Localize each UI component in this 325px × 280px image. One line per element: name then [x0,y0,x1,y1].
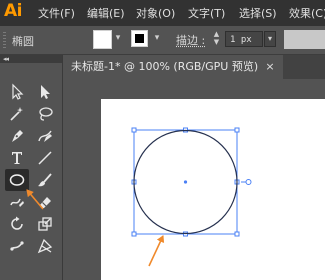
panel-grip[interactable] [3,32,6,48]
control-bar: 椭圆 ▾ ▾ 描边 : ▲ ▼ 1 px ▾ [0,26,325,55]
stroke-dropdown-chevron-icon[interactable]: ▾ [152,32,162,44]
free-transform-tool-icon[interactable] [33,235,57,257]
tools-panel-collapse[interactable]: ◂◂ [0,55,62,63]
direct-selection-tool-icon[interactable] [33,81,57,103]
stroke-weight-input[interactable]: 1 px [225,31,263,47]
document-tab-title: 未标题-1* @ 100% (RGB/GPU 预览) [71,60,259,73]
fill-dropdown-chevron-icon[interactable]: ▾ [113,32,123,44]
menu-effect[interactable]: 效果(C) [289,5,325,21]
menu-object[interactable]: 对象(O) [136,5,175,21]
artboard[interactable] [101,99,325,280]
type-tool-icon[interactable] [5,147,29,169]
menu-bar: Ai 文件(F) 编辑(E) 对象(O) 文字(T) 选择(S) 效果(C) [0,0,325,26]
rotate-tool-icon[interactable] [5,213,29,235]
tools-panel: ◂◂ [0,55,63,280]
shape-type-label: 椭圆 [12,35,34,48]
magic-wand-tool-icon[interactable] [5,103,29,125]
scale-tool-icon[interactable] [33,213,57,235]
menu-edit[interactable]: 编辑(E) [87,5,125,21]
stroke-weight-stepper[interactable]: ▲ ▼ [211,30,222,48]
selection-tool-icon[interactable] [5,81,29,103]
menu-type[interactable]: 文字(T) [188,5,225,21]
stroke-weight-dropdown-chevron-icon[interactable]: ▾ [264,31,276,47]
document-tab[interactable]: 未标题-1* @ 100% (RGB/GPU 预览) [63,55,283,79]
curvature-tool-icon[interactable] [33,125,57,147]
paintbrush-tool-icon[interactable] [33,169,57,191]
ellipse-tool-icon[interactable] [5,169,29,191]
puppet-warp-tool-icon[interactable] [5,235,29,257]
shaper-tool-icon[interactable] [5,191,29,213]
lasso-tool-icon[interactable] [33,103,57,125]
app-logo[interactable]: Ai [4,1,22,21]
fill-color-swatch[interactable] [93,30,112,49]
close-tab-icon[interactable]: × [263,55,277,79]
stroke-weight-label[interactable]: 描边 : [176,32,205,48]
stroke-color-swatch[interactable] [131,30,148,47]
document-tab-bar: 未标题-1* @ 100% (RGB/GPU 预览) × [63,55,325,79]
eraser-tool-icon[interactable] [33,191,57,213]
menu-file[interactable]: 文件(F) [38,5,75,21]
style-options-well[interactable] [284,30,325,49]
menu-select[interactable]: 选择(S) [239,5,277,21]
pen-tool-icon[interactable] [5,125,29,147]
line-segment-tool-icon[interactable] [33,147,57,169]
